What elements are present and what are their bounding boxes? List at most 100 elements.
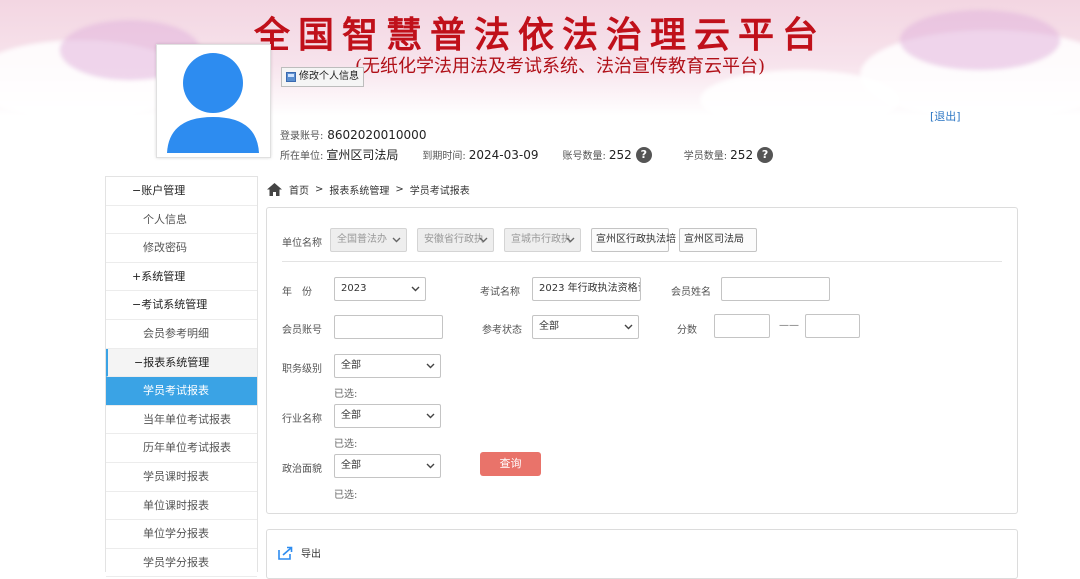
sidebar-item-unit-credit-report[interactable]: 单位学分报表: [106, 520, 257, 549]
export-button[interactable]: 导出: [278, 545, 321, 560]
member-account-label: 会员账号: [282, 325, 322, 336]
score-range-separator: ——: [779, 320, 799, 331]
breadcrumb-current: 学员考试报表: [409, 186, 470, 197]
unit-label: 所在单位:: [280, 151, 324, 162]
unit-info-row: 所在单位: 宣州区司法局 到期时间: 2024-03-09 账号数量: 252 …: [280, 146, 774, 163]
chevron-down-icon: [566, 237, 575, 243]
unit-value: 宣州区司法局: [326, 148, 399, 162]
sidebar-group-reports[interactable]: −报表系统管理: [106, 348, 257, 378]
rank-select[interactable]: 全部: [334, 354, 441, 378]
user-avatar-icon: [167, 53, 259, 153]
breadcrumb-section[interactable]: 报表系统管理: [329, 182, 389, 197]
industry-selected-note: 已选:: [334, 439, 358, 450]
student-count-value: 252: [730, 147, 754, 162]
sidebar-item-student-hours-report[interactable]: 学员课时报表: [106, 463, 257, 492]
login-account-info: 登录账号: 8602020010000: [280, 127, 426, 142]
chevron-down-icon: [624, 324, 633, 330]
account-count-label: 账号数量:: [562, 151, 606, 162]
unit-level-1-value: 全国普法办: [337, 234, 387, 245]
unit-level-3-select: 宣城市行政执: [504, 228, 581, 252]
query-button[interactable]: 查询: [480, 452, 541, 476]
student-count-label: 学员数量:: [683, 151, 728, 162]
account-count-help-icon[interactable]: ?: [635, 146, 652, 163]
unit-level-2-select: 安徽省行政执: [417, 228, 494, 252]
collapse-icon: −: [132, 298, 142, 312]
filter-divider: [282, 261, 1002, 262]
unit-level-2-value: 安徽省行政执: [424, 234, 484, 245]
sidebar-item-student-credit-report[interactable]: 学员学分报表: [106, 549, 257, 578]
breadcrumb-separator: >: [395, 184, 404, 195]
exam-name-field[interactable]: 2023 年行政执法资格认证: [532, 277, 641, 301]
sidebar-item-unit-exam-report-history[interactable]: 历年单位考试报表: [106, 434, 257, 463]
rank-label: 职务级别: [282, 364, 322, 375]
member-name-label: 会员姓名: [671, 287, 711, 298]
sidebar-group-account[interactable]: −账户管理: [106, 177, 257, 206]
year-select[interactable]: 2023: [334, 277, 426, 301]
logout-link[interactable]: [退出]: [930, 108, 961, 124]
chevron-down-icon: [426, 413, 435, 419]
edit-profile-label: 修改个人信息: [299, 71, 359, 82]
sidebar-item-label: 考试系统管理: [141, 298, 208, 312]
sidebar-item-student-exam-report[interactable]: 学员考试报表: [106, 377, 257, 406]
sidebar-menu: −账户管理 个人信息 修改密码 +系统管理 −考试系统管理 会员参考明细 −报表…: [105, 176, 258, 578]
political-selected-note: 已选:: [334, 490, 358, 501]
unit-level-1-select: 全国普法办: [330, 228, 407, 252]
expand-icon: +: [132, 269, 142, 283]
member-account-input[interactable]: [334, 315, 443, 339]
chevron-down-icon: [426, 463, 435, 469]
student-count-help-icon[interactable]: ?: [757, 146, 774, 163]
expiry-label: 到期时间:: [422, 151, 466, 162]
sidebar-item-member-reference[interactable]: 会员参考明细: [106, 320, 257, 349]
chevron-down-icon: [392, 237, 401, 243]
login-account-label: 登录账号:: [280, 131, 324, 142]
home-icon[interactable]: [266, 182, 283, 197]
chevron-down-icon: [426, 363, 435, 369]
breadcrumb-home[interactable]: 首页: [289, 182, 309, 197]
edit-profile-button[interactable]: 修改个人信息: [281, 67, 364, 87]
collapse-icon: −: [134, 355, 144, 369]
exam-status-label: 参考状态: [482, 325, 522, 336]
unit-level-3-value: 宣城市行政执: [511, 234, 571, 245]
rank-selected-note: 已选:: [334, 389, 358, 400]
industry-value: 全部: [341, 410, 361, 421]
unit-level-4-box[interactable]: 宣州区行政执法培: [591, 228, 676, 252]
score-min-input[interactable]: [714, 314, 770, 338]
year-label: 年 份: [282, 287, 312, 298]
sidebar-item-change-password[interactable]: 修改密码: [106, 234, 257, 263]
industry-label: 行业名称: [282, 414, 322, 425]
political-select[interactable]: 全部: [334, 454, 441, 478]
sidebar-group-exam[interactable]: −考试系统管理: [106, 291, 257, 320]
platform-subtitle: (无纸化学法用法及考试系统、法治宣传教育云平台): [355, 56, 766, 77]
sidebar-item-profile[interactable]: 个人信息: [106, 206, 257, 235]
collapse-icon: −: [132, 184, 142, 197]
member-name-input[interactable]: [721, 277, 830, 301]
rank-value: 全部: [341, 360, 361, 371]
exam-status-value: 全部: [539, 321, 559, 332]
score-label: 分数: [677, 325, 697, 336]
export-label: 导出: [301, 549, 321, 560]
expiry-value: 2024-03-09: [468, 147, 539, 162]
sidebar-item-unit-exam-report-current[interactable]: 当年单位考试报表: [106, 406, 257, 435]
year-value: 2023: [341, 283, 367, 294]
export-icon: [278, 546, 293, 560]
exam-status-select[interactable]: 全部: [532, 315, 639, 339]
exam-name-label: 考试名称: [480, 287, 520, 298]
account-count-value: 252: [608, 147, 632, 162]
login-account-value: 8602020010000: [327, 128, 427, 142]
sidebar-group-system[interactable]: +系统管理: [106, 263, 257, 292]
industry-select[interactable]: 全部: [334, 404, 441, 428]
breadcrumb-separator: >: [315, 184, 324, 195]
score-max-input[interactable]: [805, 314, 860, 338]
chevron-down-icon: [479, 237, 488, 243]
sidebar-item-label: 系统管理: [141, 269, 186, 283]
chevron-down-icon: [411, 286, 420, 292]
sidebar-item-unit-hours-report[interactable]: 单位课时报表: [106, 492, 257, 521]
avatar: [156, 44, 271, 158]
unit-level-5-box[interactable]: 宣州区司法局: [679, 228, 757, 252]
breadcrumb: 首页 > 报表系统管理 > 学员考试报表: [266, 182, 470, 197]
unit-name-label: 单位名称: [282, 238, 322, 249]
sidebar-item-label: 账户管理: [141, 184, 186, 197]
edit-profile-icon: [286, 72, 296, 82]
sidebar-item-label: 报表系统管理: [143, 355, 210, 369]
political-value: 全部: [341, 460, 361, 471]
